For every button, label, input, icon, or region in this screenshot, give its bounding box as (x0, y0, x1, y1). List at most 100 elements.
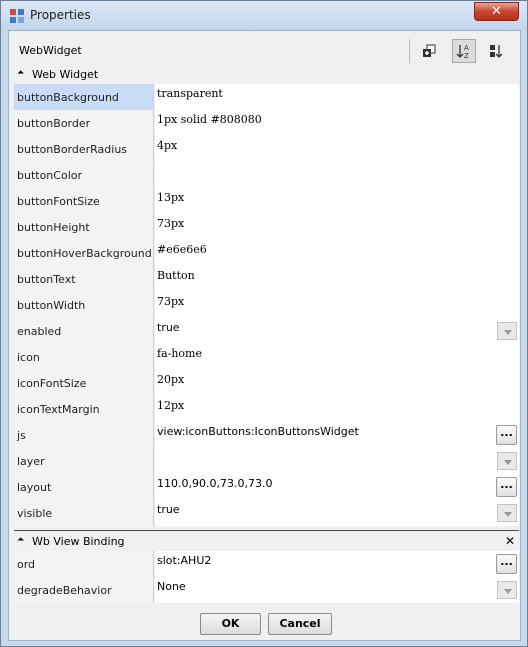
property-value-field[interactable]: 110.0,90.0,73.0,73.0... (155, 474, 519, 500)
sort-category-button[interactable] (484, 39, 508, 63)
property-row-layer[interactable]: layer (14, 448, 519, 474)
svg-text:A: A (464, 44, 469, 52)
property-value-field[interactable]: 13px (155, 188, 519, 214)
sort-icon (490, 45, 503, 58)
property-row-buttonBackground[interactable]: buttonBackground transparent (14, 84, 519, 110)
property-value-field[interactable]: 73px (155, 214, 519, 240)
property-name[interactable]: buttonColor (14, 162, 154, 188)
toolbar-separator (409, 39, 410, 63)
property-value-field[interactable]: view:iconButtons:IconButtonsWidget... (155, 422, 519, 448)
property-row-enabled[interactable]: enabled true (14, 318, 519, 344)
property-value-field[interactable]: 1px solid #808080 (155, 110, 519, 136)
properties-window: Properties ✕ WebWidget A Z ⏶ Web Widget … (0, 0, 528, 647)
property-row-iconTextMargin[interactable]: iconTextMargin 12px (14, 396, 519, 422)
cancel-button[interactable]: Cancel (268, 613, 332, 635)
section-wb-view-binding[interactable]: ⏶ Wb View Binding ✕ (14, 533, 519, 551)
remove-section-icon[interactable]: ✕ (505, 534, 515, 548)
chevron-down-icon[interactable] (497, 581, 517, 599)
property-name[interactable]: buttonFontSize (14, 188, 154, 214)
close-icon: ✕ (491, 4, 502, 19)
property-value: fa-home (157, 347, 202, 360)
property-row-buttonColor[interactable]: buttonColor (14, 162, 519, 188)
property-value-select[interactable] (155, 448, 519, 474)
property-row-buttonFontSize[interactable]: buttonFontSize 13px (14, 188, 519, 214)
property-value: true (157, 503, 180, 516)
property-row-buttonHoverBackground[interactable]: buttonHoverBackground #e6e6e6 (14, 240, 519, 266)
property-value: #e6e6e6 (157, 243, 207, 256)
sort-alphabetical-button[interactable]: A Z (452, 39, 476, 63)
chevron-down-icon[interactable] (497, 504, 517, 522)
property-row-buttonHeight[interactable]: buttonHeight 73px (14, 214, 519, 240)
close-window-button[interactable]: ✕ (474, 2, 519, 21)
property-name[interactable]: degradeBehavior (14, 577, 154, 603)
property-name[interactable]: js (14, 422, 154, 448)
property-name[interactable]: buttonText (14, 266, 154, 292)
property-name[interactable]: layout (14, 474, 154, 500)
section-title: Wb View Binding (32, 535, 125, 548)
property-row-icon[interactable]: icon fa-home (14, 344, 519, 370)
property-name[interactable]: buttonBorder (14, 110, 154, 136)
property-row-layout[interactable]: layout 110.0,90.0,73.0,73.0... (14, 474, 519, 500)
property-name[interactable]: buttonHoverBackground (14, 240, 154, 266)
property-row-js[interactable]: js view:iconButtons:IconButtonsWidget... (14, 422, 519, 448)
property-value-field[interactable]: slot:AHU2... (155, 551, 519, 577)
property-name[interactable]: ord (14, 551, 154, 577)
property-value-field[interactable]: fa-home (155, 344, 519, 370)
property-name[interactable]: visible (14, 500, 154, 526)
property-name[interactable]: buttonBorderRadius (14, 136, 154, 162)
property-row-iconFontSize[interactable]: iconFontSize 20px (14, 370, 519, 396)
property-name[interactable]: enabled (14, 318, 154, 344)
property-value: 73px (157, 295, 185, 308)
sort-az-icon: A Z (456, 44, 469, 59)
property-value: view:iconButtons:IconButtonsWidget (157, 425, 359, 438)
property-grid-view-binding: ord slot:AHU2... degradeBehavior None (14, 551, 519, 603)
section-title: Web Widget (32, 68, 99, 81)
property-row-visible[interactable]: visible true (14, 500, 519, 526)
collapse-icon[interactable]: ⏶ (17, 535, 24, 545)
window-title: Properties (30, 8, 91, 22)
property-name[interactable]: icon (14, 344, 154, 370)
property-name[interactable]: iconTextMargin (14, 396, 154, 422)
property-row-buttonText[interactable]: buttonText Button (14, 266, 519, 292)
property-row-buttonWidth[interactable]: buttonWidth 73px (14, 292, 519, 318)
property-name[interactable]: iconFontSize (14, 370, 154, 396)
property-row-ord[interactable]: ord slot:AHU2... (14, 551, 519, 577)
property-name[interactable]: layer (14, 448, 154, 474)
chevron-down-icon[interactable] (497, 452, 517, 470)
ok-button[interactable]: OK (200, 613, 261, 635)
property-row-degradeBehavior[interactable]: degradeBehavior None (14, 577, 519, 603)
property-name[interactable]: buttonBackground (14, 84, 154, 110)
property-name[interactable]: buttonHeight (14, 214, 154, 240)
property-value: transparent (157, 87, 223, 100)
chevron-down-icon[interactable] (497, 322, 517, 340)
add-button[interactable] (417, 39, 441, 63)
property-value-field[interactable]: 12px (155, 396, 519, 422)
property-row-buttonBorderRadius[interactable]: buttonBorderRadius 4px (14, 136, 519, 162)
property-value: 20px (157, 373, 185, 386)
property-value-select[interactable]: true (155, 318, 519, 344)
property-value-select[interactable]: None (155, 577, 519, 603)
property-name[interactable]: buttonWidth (14, 292, 154, 318)
section-web-widget[interactable]: ⏶ Web Widget (14, 66, 519, 84)
property-value-field[interactable]: Button (155, 266, 519, 292)
collapse-icon[interactable]: ⏶ (17, 68, 24, 78)
property-value-field[interactable]: 73px (155, 292, 519, 318)
property-value: true (157, 321, 180, 334)
property-value-select[interactable]: true (155, 500, 519, 526)
title-bar[interactable]: Properties ✕ (1, 1, 527, 30)
property-value: 13px (157, 191, 185, 204)
property-value: 12px (157, 399, 185, 412)
ellipsis-button[interactable]: ... (496, 425, 517, 445)
properties-app-icon (10, 9, 24, 23)
property-row-buttonBorder[interactable]: buttonBorder 1px solid #808080 (14, 110, 519, 136)
ellipsis-button[interactable]: ... (496, 477, 517, 497)
property-value: Button (157, 269, 195, 282)
ellipsis-button[interactable]: ... (496, 554, 517, 574)
property-value-field[interactable]: transparent (155, 84, 519, 110)
section-divider (14, 530, 519, 531)
svg-text:Z: Z (464, 52, 469, 59)
property-value-field[interactable] (155, 162, 519, 188)
property-value-field[interactable]: 20px (155, 370, 519, 396)
property-value-field[interactable]: #e6e6e6 (155, 240, 519, 266)
property-value-field[interactable]: 4px (155, 136, 519, 162)
